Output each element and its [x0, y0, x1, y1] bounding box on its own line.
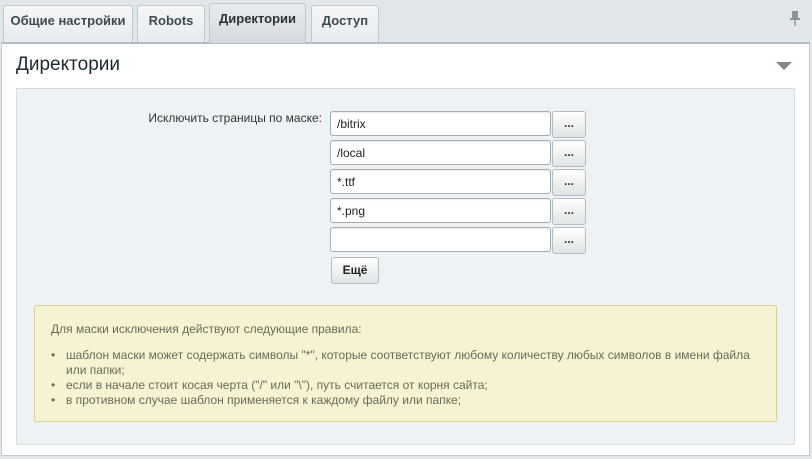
pin-icon-graphic [790, 11, 800, 26]
mask-row: ... [330, 140, 586, 167]
note-heading: Для маски исключения действуют следующие… [51, 322, 362, 336]
tab-general-settings[interactable]: Общие настройки [3, 5, 133, 42]
mask-input[interactable] [330, 198, 551, 223]
mask-input[interactable] [330, 227, 551, 252]
directories-panel: Директории Исключить страницы по маске: … [1, 42, 810, 456]
browse-button[interactable]: ... [552, 111, 586, 138]
browse-button[interactable]: ... [552, 169, 586, 196]
mask-input[interactable] [330, 140, 551, 165]
mask-row: ... [330, 198, 586, 225]
list-item: если в начале стоит косая черта ("/" или… [51, 378, 771, 393]
panel-title: Директории [16, 54, 120, 75]
browse-button[interactable]: ... [552, 198, 586, 225]
mask-input[interactable] [330, 111, 551, 136]
browse-button[interactable]: ... [552, 227, 586, 254]
mask-row: ... [330, 111, 586, 138]
directories-form: Исключить страницы по маске: ... ... ...… [16, 88, 795, 445]
tab-access[interactable]: Доступ [311, 5, 379, 42]
rules-note: Для маски исключения действуют следующие… [34, 305, 777, 422]
mask-input[interactable] [330, 169, 551, 194]
chevron-down-icon[interactable] [776, 62, 792, 70]
exclude-pages-label: Исключить страницы по маске: [148, 111, 322, 125]
more-button[interactable]: Ещё [331, 257, 379, 284]
rules-list: шаблон маски может содержать символы "*"… [51, 348, 771, 408]
browse-button[interactable]: ... [552, 140, 586, 167]
tab-directories[interactable]: Директории [209, 3, 306, 43]
mask-row: ... [330, 227, 586, 254]
list-item: шаблон маски может содержать символы "*"… [51, 348, 771, 378]
tab-bar: Общие настройки Robots Директории Доступ [0, 0, 812, 43]
mask-row: ... [330, 169, 586, 196]
tab-robots[interactable]: Robots [137, 5, 205, 42]
pin-icon[interactable] [788, 10, 802, 28]
list-item: в противном случае шаблон применяется к … [51, 393, 771, 408]
